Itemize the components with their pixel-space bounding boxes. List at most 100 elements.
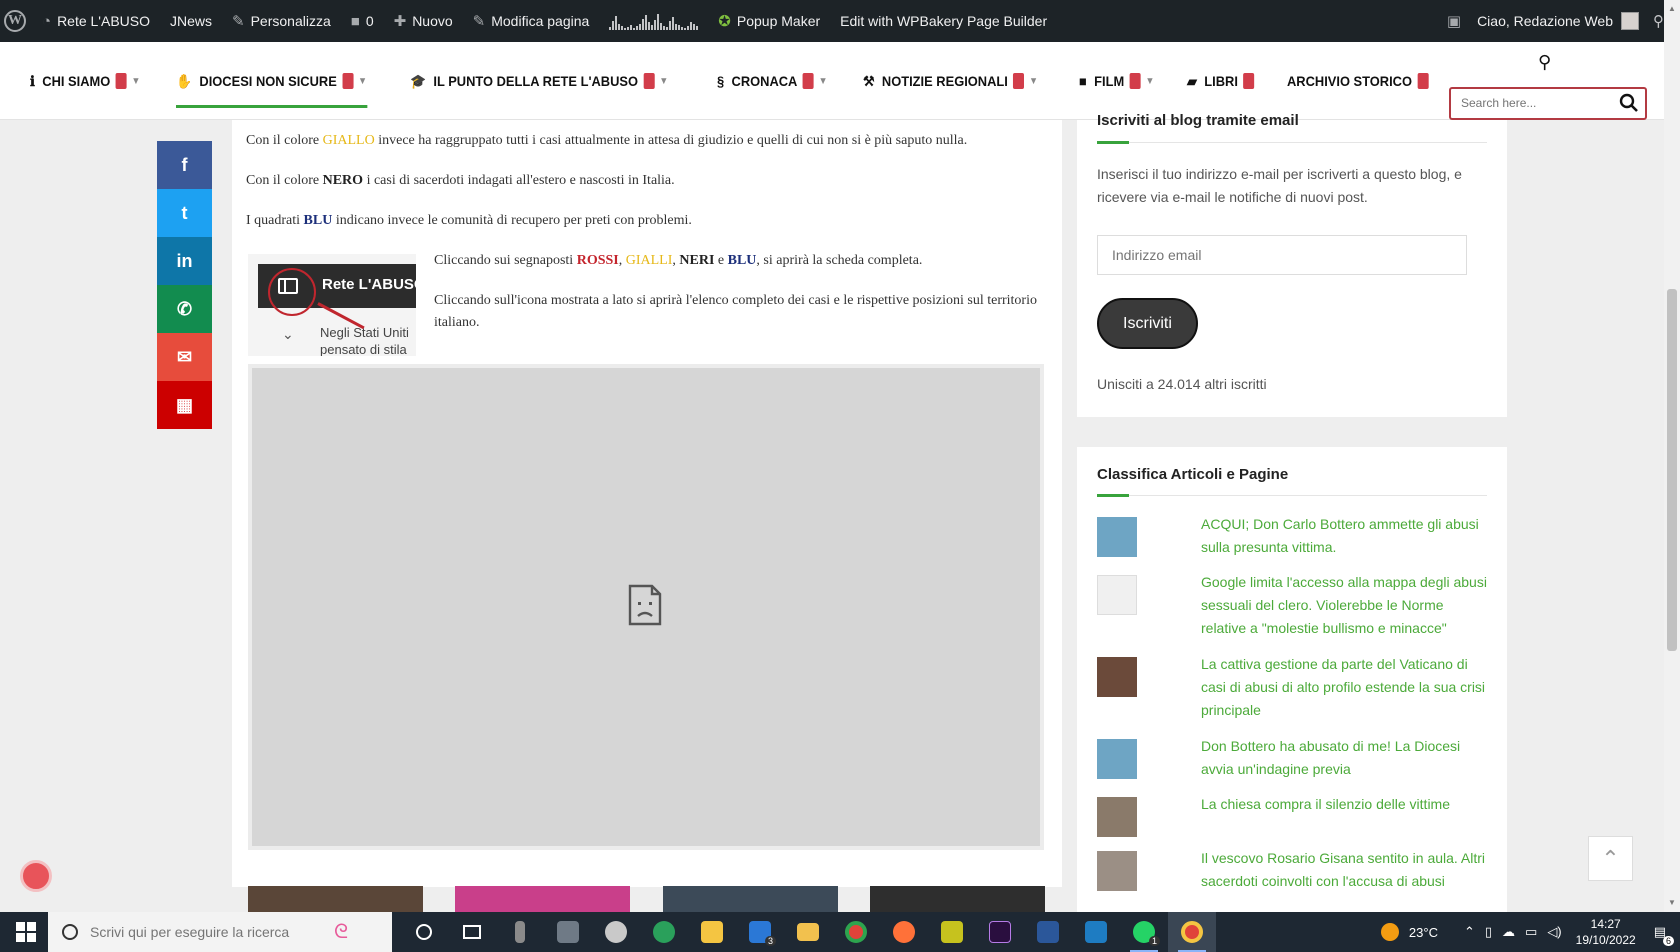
firefox-icon[interactable] (880, 912, 928, 952)
admin-jnews-label: JNews (170, 13, 213, 29)
share-facebook-button[interactable]: f (157, 141, 212, 189)
chrome-icon[interactable] (832, 912, 880, 952)
nav-search-toggle-icon[interactable]: ⚲ (1538, 52, 1551, 73)
cortana-icon[interactable] (400, 912, 448, 952)
share-twitter-button[interactable]: t (157, 189, 212, 237)
ranking-thumbnail[interactable] (1097, 575, 1137, 615)
windows-start-icon[interactable] (16, 922, 36, 942)
onedrive-cloud-icon[interactable]: ☁ (1502, 924, 1515, 940)
search-input[interactable] (1451, 89, 1611, 117)
embedded-map-frame[interactable] (248, 364, 1044, 850)
action-center-icon[interactable]: ▤ 6 (1654, 924, 1674, 946)
nav-item-notizie-regionali[interactable]: ⚒ NOTIZIE REGIONALI ▼ (863, 64, 1038, 98)
sticky-notes-icon[interactable] (688, 912, 736, 952)
search-icon[interactable] (1619, 93, 1639, 113)
nav-item-libri[interactable]: ▰ LIBRI (1187, 64, 1255, 98)
premiere-icon[interactable] (976, 912, 1024, 952)
text: , (618, 253, 626, 268)
wordpress-logo-icon[interactable]: W (4, 10, 26, 32)
share-linkedin-button[interactable]: in (157, 237, 212, 285)
pencil-icon: ✎ (472, 13, 486, 30)
nav-item-cronaca[interactable]: § CRONACA ▼ (717, 64, 827, 98)
network-icon[interactable]: ▭ (1525, 924, 1537, 940)
search-icon (62, 924, 78, 940)
admin-wpbakery-label: Edit with WPBakery Page Builder (840, 13, 1048, 29)
share-email-button[interactable]: ✉ (157, 333, 212, 381)
flag-badge (115, 73, 127, 89)
admin-jnews[interactable]: JNews (160, 8, 222, 34)
nav-item-il-punto[interactable]: 🎓 IL PUNTO DELLA RETE L'ABUSO ▼ (410, 64, 668, 98)
ranking-link[interactable]: Don Bottero ha abusato di me! La Diocesi… (1201, 735, 1491, 781)
admin-site-name[interactable]: ◔ Rete L'ABUSO (32, 8, 160, 34)
nav-item-chi-siamo[interactable]: ℹ CHI SIAMO ▼ (30, 64, 141, 98)
whatsapp-app-icon[interactable]: 1 (1120, 912, 1168, 952)
taskbar-apps: 3 1 (400, 912, 1216, 952)
related-post-thumbnail[interactable] (870, 886, 1045, 912)
ranking-thumbnail[interactable] (1097, 851, 1137, 891)
paint-app-icon[interactable] (592, 912, 640, 952)
subscribe-button[interactable]: Iscriviti (1097, 298, 1198, 349)
nav-item-diocesi-non-sicure[interactable]: ✋ DIOCESI NON SICURE ▼ (176, 64, 368, 108)
admin-search-icon[interactable]: ⚲ (1653, 12, 1664, 30)
ranking-link[interactable]: Il vescovo Rosario Gisana sentito in aul… (1201, 847, 1491, 893)
related-post-thumbnail[interactable] (455, 886, 630, 912)
admin-customize[interactable]: ✎ Personalizza (222, 8, 341, 34)
push-notification-bell-icon[interactable] (20, 860, 52, 892)
chevron-down-icon: ▼ (358, 75, 368, 87)
admin-comments[interactable]: ■ 0 (341, 8, 384, 34)
ranking-thumbnail[interactable] (1097, 739, 1137, 779)
edge-browser-icon[interactable] (640, 912, 688, 952)
page-scrollbar[interactable]: ▲ ▼ (1664, 0, 1680, 912)
nav-item-film[interactable]: ■ FILM ▼ (1079, 64, 1155, 98)
notification-icon[interactable]: ▣ (1447, 12, 1461, 30)
share-whatsapp-button[interactable]: ✆ (157, 285, 212, 333)
chevron-down-icon: ▼ (1145, 75, 1155, 87)
chrome-active-icon[interactable] (1168, 912, 1216, 952)
weather-sun-icon[interactable] (1380, 923, 1399, 941)
volume-icon[interactable]: ◁) (1547, 924, 1561, 940)
taskbar-search[interactable]: ᘓ (48, 912, 392, 952)
mic-app-icon[interactable] (496, 912, 544, 952)
paragraph-blu: I quadrati BLU indicano invece le comuni… (246, 210, 1046, 232)
nav-item-archivio-storico[interactable]: ARCHIVIO STORICO (1287, 64, 1429, 98)
ranking-link[interactable]: La cattiva gestione da parte del Vatican… (1201, 653, 1491, 722)
ranking-thumbnail[interactable] (1097, 517, 1137, 557)
fireworks-icon[interactable] (928, 912, 976, 952)
task-view-icon[interactable] (448, 912, 496, 952)
device-icon[interactable]: ▯ (1485, 924, 1492, 940)
mail-app-icon[interactable]: 3 (736, 912, 784, 952)
ranking-link[interactable]: ACQUI; Don Carlo Bottero ammette gli abu… (1201, 513, 1491, 559)
admin-edit-page[interactable]: ✎ Modifica pagina (463, 8, 600, 34)
widget-title: Classifica Articoli e Pagine (1097, 466, 1289, 483)
related-post-thumbnail[interactable] (663, 886, 838, 912)
related-post-thumbnail[interactable] (248, 886, 423, 912)
ranking-link[interactable]: La chiesa compra il silenzio delle vitti… (1201, 793, 1491, 816)
email-field[interactable] (1097, 235, 1467, 275)
scroll-up-arrow-icon[interactable]: ▲ (1668, 4, 1676, 13)
file-explorer-icon[interactable] (784, 912, 832, 952)
back-to-top-button[interactable]: ⌃ (1588, 836, 1633, 881)
word-icon[interactable] (1024, 912, 1072, 952)
scrollbar-thumb[interactable] (1667, 289, 1677, 651)
admin-wpbakery[interactable]: Edit with WPBakery Page Builder (830, 8, 1057, 34)
stats-waveform-icon (609, 12, 699, 30)
ranking-link[interactable]: Google limita l'accesso alla mappa degli… (1201, 571, 1491, 640)
highlight-black: NERI (679, 253, 715, 268)
taskbar-search-input[interactable] (90, 924, 330, 940)
share-qrcode-button[interactable]: ▦ (157, 381, 212, 429)
scroll-down-arrow-icon[interactable]: ▼ (1668, 898, 1676, 907)
admin-new[interactable]: ✚ Nuovo (384, 8, 463, 34)
camera-app-icon[interactable] (544, 912, 592, 952)
ranking-thumbnail[interactable] (1097, 657, 1137, 697)
clock[interactable]: 14:27 19/10/2022 (1576, 916, 1636, 948)
nav-item-label: ARCHIVIO STORICO (1286, 73, 1412, 89)
ranking-thumbnail[interactable] (1097, 797, 1137, 837)
weather-temperature[interactable]: 23°C (1409, 925, 1438, 940)
chevron-up-icon[interactable]: ⌃ (1464, 924, 1475, 940)
admin-stats-sparkline[interactable] (599, 8, 708, 34)
admin-popup-maker[interactable]: ✪ Popup Maker (708, 8, 830, 34)
admin-my-account[interactable]: Ciao, Redazione Web (1467, 8, 1639, 34)
store-app-icon[interactable] (1072, 912, 1120, 952)
text: invece ha raggruppato tutti i casi attua… (374, 133, 968, 148)
subscribe-description: Inserisci il tuo indirizzo e-mail per is… (1097, 166, 1462, 205)
